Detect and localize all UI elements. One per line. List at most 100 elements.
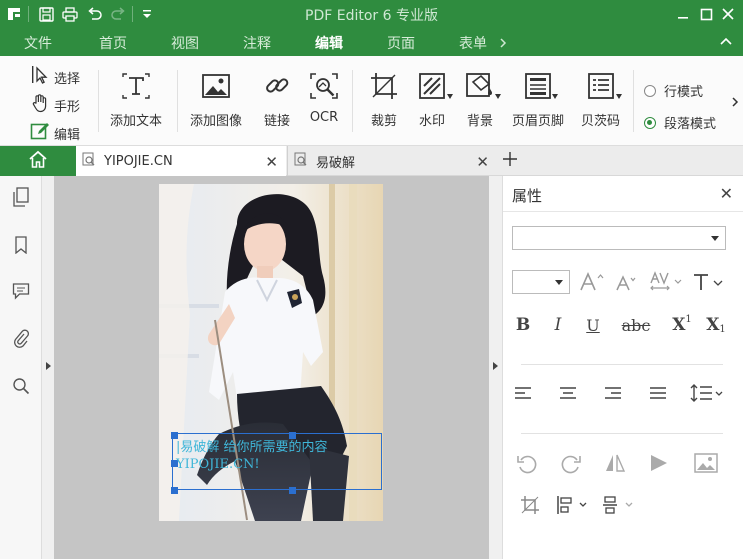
strikethrough-button[interactable]: abc — [617, 315, 655, 335]
minimize-icon[interactable] — [673, 4, 693, 24]
line-mode-radio-dot — [644, 84, 656, 97]
collapse-right-panel-icon[interactable] — [493, 362, 498, 370]
search-icon[interactable] — [10, 375, 32, 397]
flip-vertical-icon[interactable] — [647, 452, 671, 474]
resize-handle[interactable] — [289, 487, 296, 494]
image-icon — [200, 70, 232, 102]
increase-font-icon[interactable] — [578, 270, 606, 294]
close-window-icon[interactable] — [718, 4, 738, 24]
chevron-down-icon — [711, 236, 719, 241]
font-size-select[interactable] — [512, 270, 570, 294]
link-button[interactable]: 链接 — [261, 70, 293, 129]
subscript-button[interactable]: X1 — [701, 315, 731, 335]
comment-icon[interactable] — [10, 280, 32, 302]
arrange-icon[interactable] — [555, 494, 593, 516]
menu-annotate[interactable]: 注释 — [243, 33, 271, 53]
tab-yipojie[interactable]: YIPOJIE.CN ✕ — [76, 146, 286, 176]
flip-horizontal-icon[interactable] — [603, 452, 627, 474]
line-mode-radio[interactable]: 行模式 — [644, 81, 703, 100]
ocr-icon — [308, 70, 340, 102]
header-footer-dropdown-icon[interactable] — [552, 94, 558, 99]
menu-home[interactable]: 首页 — [99, 33, 127, 53]
line-spacing-icon[interactable] — [689, 382, 725, 404]
menu-edit[interactable]: 编辑 — [315, 33, 343, 53]
close-tab-icon[interactable]: ✕ — [476, 153, 489, 171]
menu-view[interactable]: 视图 — [171, 33, 199, 53]
edit-tool-button[interactable]: 编辑 — [30, 121, 80, 145]
cursor-icon — [30, 65, 50, 89]
bates-dropdown-icon[interactable] — [616, 94, 622, 99]
resize-handle[interactable] — [289, 432, 296, 439]
collapse-ribbon-icon[interactable] — [720, 36, 732, 51]
distribute-icon[interactable] — [601, 494, 639, 516]
resize-handle[interactable] — [171, 487, 178, 494]
bates-number-button[interactable]: 贝茨码 — [581, 70, 620, 129]
right-panel-splitter[interactable] — [489, 176, 502, 559]
select-tool-button[interactable]: 选择 — [30, 65, 80, 89]
superscript-button[interactable]: X1 — [667, 314, 697, 336]
attachment-icon[interactable] — [10, 328, 32, 350]
menu-form[interactable]: 表单 — [459, 33, 487, 53]
align-left-icon[interactable] — [513, 384, 533, 402]
menu-file[interactable]: 文件 — [24, 33, 52, 53]
document-text-line-1: |易破解 给你所需要的内容 — [176, 440, 328, 455]
menu-more-icon[interactable] — [499, 37, 507, 52]
tab-yipojie-cn[interactable]: 易破解 ✕ — [287, 146, 497, 176]
align-right-icon[interactable] — [603, 384, 623, 402]
rotate-left-icon[interactable] — [515, 452, 539, 474]
bookmark-icon[interactable] — [10, 234, 32, 256]
watermark-icon — [416, 70, 448, 102]
resize-handle[interactable] — [171, 432, 178, 439]
document-canvas[interactable]: |易破解 给你所需要的内容 YIPOJIE.CN! — [54, 176, 489, 559]
bates-number-label: 贝茨码 — [581, 114, 621, 129]
home-tab[interactable] — [0, 146, 76, 176]
document-search-icon — [294, 152, 308, 170]
ocr-button[interactable]: OCR — [308, 70, 340, 125]
rotate-right-icon[interactable] — [559, 452, 583, 474]
watermark-dropdown-icon[interactable] — [447, 94, 453, 99]
crop-image-icon[interactable] — [519, 494, 541, 516]
font-family-select[interactable] — [512, 226, 726, 250]
title-bar: PDF Editor 6 专业版 — [0, 0, 743, 28]
character-spacing-icon[interactable] — [649, 270, 683, 294]
new-tab-icon[interactable] — [502, 151, 518, 171]
subscript-mark: 1 — [719, 323, 726, 335]
menu-page[interactable]: 页面 — [387, 33, 415, 53]
watermark-button[interactable]: 水印 — [416, 70, 448, 129]
ribbon-scroll-right-icon[interactable] — [732, 96, 739, 111]
justify-icon[interactable] — [648, 384, 668, 402]
crop-label: 裁剪 — [370, 114, 397, 129]
paragraph-mode-radio[interactable]: 段落模式 — [644, 113, 716, 132]
decrease-font-icon[interactable] — [614, 272, 638, 294]
underline-button[interactable]: U — [583, 315, 603, 335]
paragraph-mode-label: 段落模式 — [664, 117, 717, 132]
background-bucket-icon — [464, 70, 496, 102]
background-dropdown-icon[interactable] — [495, 94, 501, 99]
add-image-button[interactable]: 添加图像 — [190, 70, 242, 129]
align-center-icon[interactable] — [558, 384, 578, 402]
crop-button[interactable]: 裁剪 — [368, 70, 400, 129]
window-title: PDF Editor 6 专业版 — [305, 8, 438, 24]
watermark-label: 水印 — [418, 114, 445, 129]
properties-panel: 属性 ✕ B I U abc X1 X1 — [502, 176, 743, 559]
hand-tool-button[interactable]: 手形 — [30, 93, 80, 117]
maximize-icon[interactable] — [696, 4, 716, 24]
close-tab-icon[interactable]: ✕ — [265, 153, 278, 171]
pages-thumbnail-icon[interactable] — [10, 186, 32, 208]
crop-icon — [368, 70, 400, 102]
close-panel-icon[interactable]: ✕ — [720, 184, 733, 203]
add-text-button[interactable]: 添加文本 — [110, 70, 162, 129]
document-text-block[interactable]: |易破解 给你所需要的内容 YIPOJIE.CN! — [176, 439, 328, 473]
add-image-label: 添加图像 — [190, 114, 243, 129]
header-footer-button[interactable]: 页眉页脚 — [512, 70, 564, 129]
text-color-icon[interactable] — [691, 270, 727, 294]
pdf-page[interactable]: |易破解 给你所需要的内容 YIPOJIE.CN! — [159, 184, 383, 521]
expand-left-panel-icon[interactable] — [46, 362, 51, 370]
left-panel-splitter[interactable] — [42, 176, 54, 559]
header-footer-label: 页眉页脚 — [512, 114, 565, 129]
bold-button[interactable]: B — [513, 315, 533, 335]
background-button[interactable]: 背景 — [464, 70, 496, 129]
italic-button[interactable]: I — [548, 315, 568, 335]
replace-image-icon[interactable] — [693, 452, 719, 474]
link-icon — [261, 70, 293, 102]
